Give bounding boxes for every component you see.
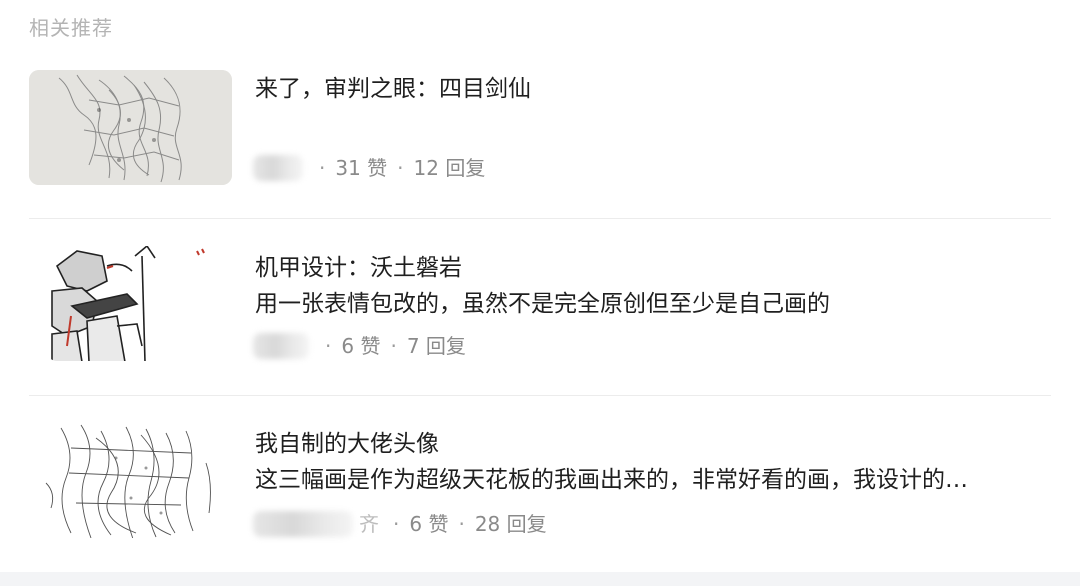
meta-separator: · [393, 512, 400, 536]
divider [29, 395, 1051, 396]
post-thumbnail[interactable] [47, 246, 207, 361]
meta-separator: · [390, 334, 397, 358]
like-count: 6 赞 [341, 334, 381, 358]
meta-separator: · [458, 512, 465, 536]
bottom-divider-band [0, 572, 1080, 586]
post-description[interactable]: 用一张表情包改的，虽然不是完全原创但至少是自己画的 [255, 288, 830, 320]
post-meta: · 31 赞 · 12 回复 [253, 154, 485, 182]
post-meta: · 6 赞 · 7 回复 [253, 332, 466, 360]
like-count: 31 赞 [335, 156, 388, 180]
post-thumbnail[interactable] [41, 423, 221, 538]
related-section-title: 相关推荐 [29, 16, 113, 40]
meta-separator: · [325, 334, 332, 358]
author-name-blurred[interactable] [253, 511, 353, 537]
related-post-item[interactable]: 机甲设计：沃土磐岩 用一张表情包改的，虽然不是完全原创但至少是自己画的 · 6 … [29, 246, 1051, 362]
post-title[interactable]: 来了，审判之眼：四目剑仙 [255, 73, 531, 105]
reply-count: 12 回复 [413, 156, 486, 180]
post-title[interactable]: 我自制的大佬头像 [255, 428, 439, 460]
like-count: 6 赞 [409, 512, 449, 536]
related-post-item[interactable]: 来了，审判之眼：四目剑仙 · 31 赞 · 12 回复 [29, 70, 1051, 186]
post-title[interactable]: 机甲设计：沃土磐岩 [255, 252, 462, 284]
post-meta: 齐 · 6 赞 · 28 回复 [253, 510, 547, 538]
reply-count: 7 回复 [406, 334, 466, 358]
author-name-suffix[interactable]: 齐 [359, 510, 379, 538]
post-thumbnail[interactable] [29, 70, 232, 185]
related-post-item[interactable]: 我自制的大佬头像 这三幅画是作为超级天花板的我画出来的，非常好看的画，我设计的…… [29, 423, 1051, 541]
meta-separator: · [319, 156, 326, 180]
reply-count: 28 回复 [474, 512, 547, 536]
post-description[interactable]: 这三幅画是作为超级天花板的我画出来的，非常好看的画，我设计的… [255, 464, 1045, 496]
author-name-blurred[interactable] [253, 155, 303, 181]
meta-separator: · [397, 156, 404, 180]
divider [29, 218, 1051, 219]
author-name-blurred[interactable] [253, 333, 309, 359]
